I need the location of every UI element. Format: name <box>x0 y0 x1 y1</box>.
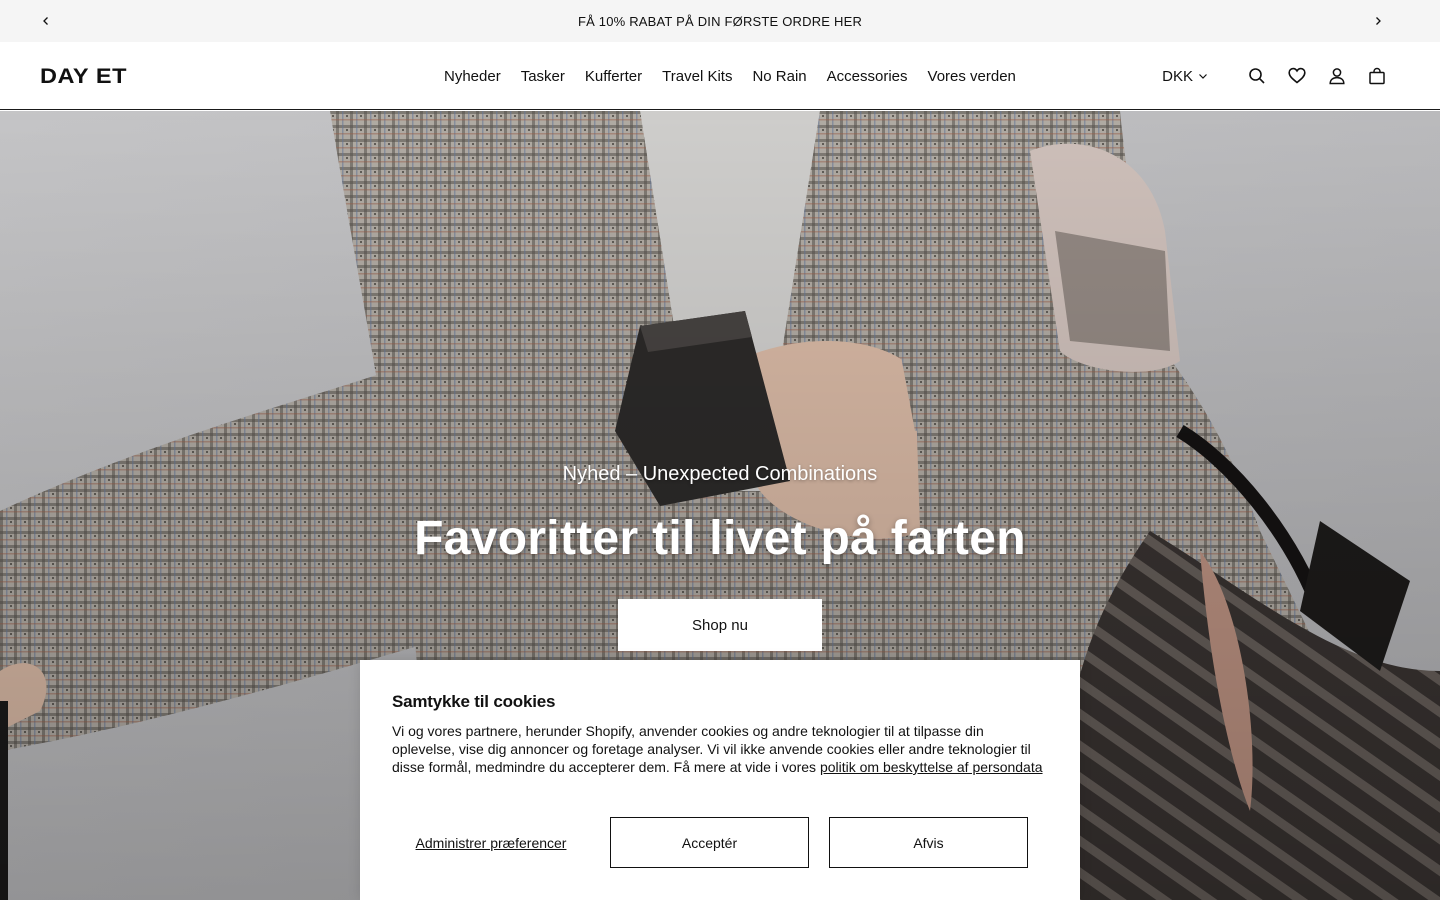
search-icon[interactable] <box>1246 65 1268 87</box>
chevron-right-icon[interactable] <box>1357 0 1399 42</box>
nav-item-tasker[interactable]: Tasker <box>511 68 575 85</box>
header-tools: DKK <box>1162 42 1388 110</box>
nav-item-no-rain[interactable]: No Rain <box>742 68 816 85</box>
user-icon[interactable] <box>1326 65 1348 87</box>
accept-button[interactable]: Acceptér <box>610 817 809 868</box>
announcement-bar: FÅ 10% RABAT PÅ DIN FØRSTE ORDRE HER <box>0 0 1440 42</box>
nav-item-kufferter[interactable]: Kufferter <box>575 68 652 85</box>
currency-selector[interactable]: DKK <box>1162 68 1208 85</box>
logo[interactable]: DAY ET <box>40 65 127 89</box>
decline-button[interactable]: Afvis <box>829 817 1028 868</box>
currency-label: DKK <box>1162 67 1193 85</box>
cookie-title: Samtykke til cookies <box>392 692 556 711</box>
nav-item-travel-kits[interactable]: Travel Kits <box>652 68 742 85</box>
nav-item-accessories[interactable]: Accessories <box>817 68 918 85</box>
cookie-actions: Administrer præferencer Acceptér Afvis <box>392 817 1028 869</box>
hero-subtitle: Nyhed – Unexpected Combinations <box>562 463 878 485</box>
announcement-text[interactable]: FÅ 10% RABAT PÅ DIN FØRSTE ORDRE HER <box>578 14 862 29</box>
chevron-down-icon <box>1199 74 1207 79</box>
heart-icon[interactable] <box>1286 65 1308 87</box>
chevron-left-icon[interactable] <box>25 0 67 42</box>
cookie-consent-dialog: Samtykke til cookies Vi og vores partner… <box>360 660 1080 900</box>
nav-item-nyheder[interactable]: Nyheder <box>434 68 511 85</box>
hero-title: Favoritter til livet på farten <box>414 512 1026 565</box>
main-nav: Nyheder Tasker Kufferter Travel Kits No … <box>434 42 1026 110</box>
bag-icon[interactable] <box>1366 65 1388 87</box>
privacy-policy-link[interactable]: politik om beskyttelse af persondata <box>820 759 1043 775</box>
site-header: DAY ET Nyheder Tasker Kufferter Travel K… <box>0 42 1440 110</box>
cookie-body: Vi og vores partnere, herunder Shopify, … <box>392 722 1048 776</box>
shop-now-button[interactable]: Shop nu <box>618 599 822 651</box>
manage-preferences-link[interactable]: Administrer præferencer <box>392 817 590 869</box>
nav-item-vores-verden[interactable]: Vores verden <box>918 68 1026 85</box>
